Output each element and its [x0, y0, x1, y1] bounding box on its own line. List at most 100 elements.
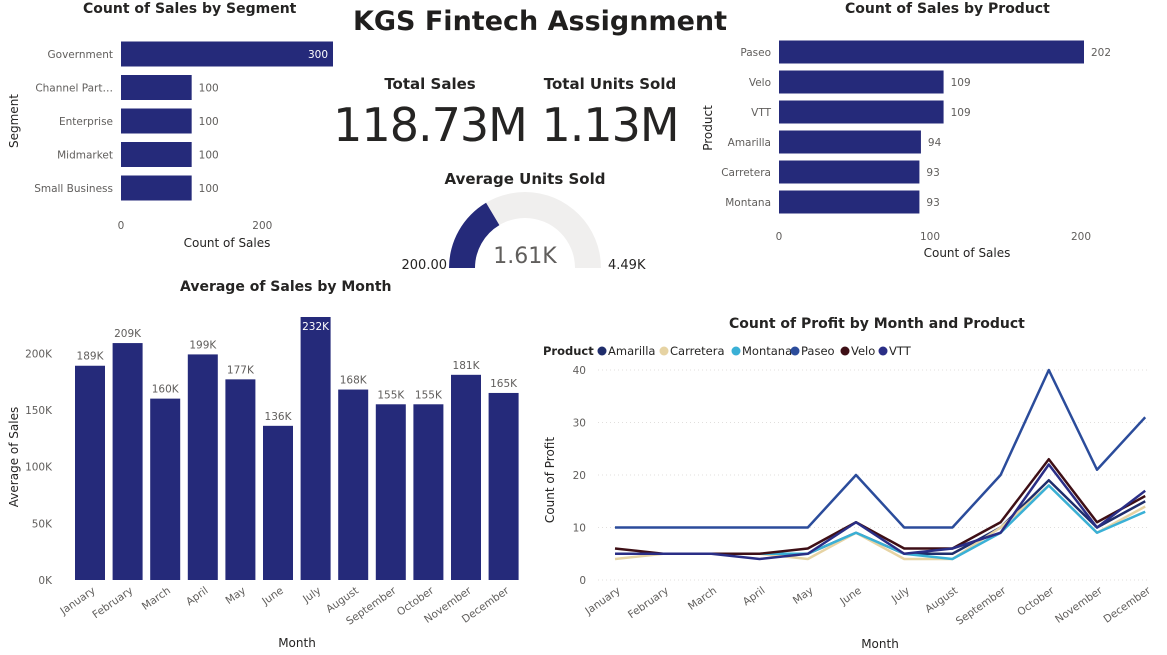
bar[interactable] — [779, 70, 944, 94]
data-label: 93 — [926, 167, 939, 179]
category-label: Carretera — [721, 167, 771, 179]
data-label: 202 — [1091, 47, 1111, 59]
bar[interactable] — [779, 40, 1084, 64]
y-tick-label: 20 — [573, 470, 586, 482]
profit-line-chart[interactable]: Count of Profit 0 10 20 30 40 January February M… — [540, 336, 1167, 655]
data-label: 155K — [377, 389, 405, 401]
x-tick-label: July — [300, 585, 323, 606]
bar[interactable] — [779, 190, 920, 214]
legend-item-label[interactable]: VTT — [889, 344, 912, 358]
data-label: 136K — [265, 411, 293, 423]
category-label: Channel Part… — [35, 83, 113, 95]
legend-item-label[interactable]: Amarilla — [608, 344, 655, 358]
category-label: VTT — [751, 107, 771, 119]
gauge-title: Average Units Sold — [444, 170, 606, 188]
legend-item-label[interactable]: Paseo — [801, 344, 835, 358]
bar[interactable] — [112, 343, 143, 580]
series-line[interactable] — [615, 368, 1147, 529]
x-tick-label: 100 — [920, 231, 940, 243]
legend-marker[interactable] — [597, 346, 607, 356]
category-label: Amarilla — [728, 137, 771, 149]
legend-marker[interactable] — [659, 346, 669, 356]
bar[interactable] — [121, 175, 192, 201]
legend-marker[interactable] — [840, 346, 850, 356]
gauge-value: 1.61K — [493, 244, 557, 269]
data-label: 199K — [189, 339, 217, 351]
bar[interactable] — [225, 379, 256, 580]
y-tick-label: 40 — [573, 365, 586, 377]
x-tick-label: 0 — [118, 220, 125, 232]
bar[interactable] — [413, 404, 444, 580]
x-tick-label: May — [791, 585, 816, 607]
bar[interactable] — [187, 354, 218, 580]
product-bar-chart[interactable]: Product Paseo 202 Velo 109 VTT 109 Amarilla 94 Ca… — [695, 20, 1167, 270]
legend-marker[interactable] — [878, 346, 888, 356]
data-label: 165K — [490, 378, 518, 390]
data-label: 160K — [152, 384, 180, 396]
data-label: 189K — [77, 351, 105, 363]
legend-marker[interactable] — [790, 346, 800, 356]
bar[interactable] — [300, 317, 331, 580]
x-tick-label: August — [923, 585, 960, 616]
bar[interactable] — [121, 75, 192, 100]
y-tick-label: 150K — [25, 405, 53, 417]
bar[interactable] — [263, 425, 293, 580]
x-tick-label: 200 — [1071, 231, 1091, 243]
bar[interactable] — [375, 404, 406, 580]
gauge-max-label: 4.49K — [608, 258, 646, 273]
legend-item-label[interactable]: Montana — [742, 344, 792, 358]
x-tick-label: 0 — [776, 231, 783, 243]
x-tick-label: March — [140, 585, 173, 613]
month-sales-bar-chart[interactable]: Average of Sales0K50K100K150K200K 189KJan… — [0, 300, 540, 655]
bar[interactable] — [150, 398, 181, 580]
total-sales-label: Total Sales — [384, 75, 476, 93]
data-label: 109 — [951, 107, 971, 119]
total-units-label: Total Units Sold — [543, 75, 677, 93]
x-tick-label: February — [626, 585, 671, 622]
x-axis-title: Month — [861, 637, 899, 651]
segment-chart-title: Count of Sales by Segment — [83, 1, 297, 17]
segment-bar-chart[interactable]: Segment Government 300 Channel Part… 100 Ente… — [0, 20, 360, 260]
data-label: 109 — [951, 77, 971, 89]
bar[interactable] — [488, 392, 519, 580]
x-tick-label: May — [223, 585, 248, 607]
bar[interactable] — [121, 41, 333, 67]
y-tick-label: 200K — [25, 348, 53, 360]
legend-item-label[interactable]: Carretera — [670, 344, 725, 358]
average-units-gauge[interactable]: 1.61K 200.00 4.49K — [395, 188, 665, 278]
data-label: 94 — [928, 137, 942, 149]
x-tick-label: November — [1053, 584, 1105, 626]
bar[interactable] — [121, 142, 192, 167]
legend-item-label[interactable]: Velo — [851, 344, 875, 358]
bar[interactable] — [75, 365, 105, 580]
x-tick-label: July — [889, 585, 912, 606]
y-axis-title: Count of Profit — [543, 437, 557, 523]
x-tick-label: September — [954, 584, 1009, 628]
bar[interactable] — [338, 389, 369, 580]
x-tick-label: April — [741, 585, 768, 609]
y-axis-title: Product — [701, 105, 715, 151]
y-axis-title: Average of Sales — [7, 407, 21, 507]
bar[interactable] — [451, 374, 481, 580]
category-label: Paseo — [740, 47, 771, 59]
series-line[interactable] — [614, 458, 1146, 555]
x-tick-label: January — [582, 585, 622, 618]
data-label: 155K — [415, 389, 443, 401]
y-tick-label: 0K — [38, 575, 53, 587]
gauge-fill[interactable] — [449, 202, 500, 268]
bar[interactable] — [121, 108, 192, 134]
data-label: 300 — [308, 49, 328, 61]
category-label: Montana — [725, 197, 771, 209]
bar[interactable] — [779, 100, 944, 124]
legend-marker[interactable] — [731, 346, 741, 356]
y-axis-title: Segment — [7, 94, 21, 148]
data-label: 100 — [199, 83, 219, 95]
x-tick-label: October — [1015, 584, 1057, 618]
bar[interactable] — [779, 130, 921, 154]
category-label: Enterprise — [59, 116, 113, 128]
data-label: 93 — [926, 197, 939, 209]
x-tick-label: March — [686, 585, 719, 613]
category-label: Government — [48, 49, 113, 61]
x-tick-label: December — [1101, 584, 1153, 625]
bar[interactable] — [779, 160, 920, 184]
